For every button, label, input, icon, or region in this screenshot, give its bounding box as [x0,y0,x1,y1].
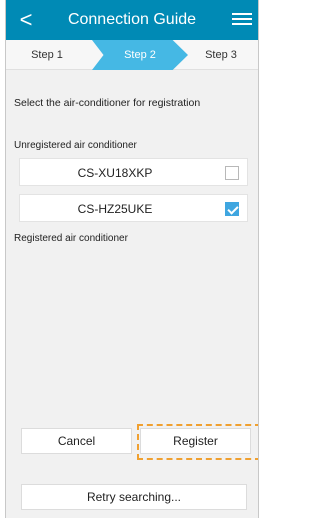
registered-label: Registered air conditioner [14,233,128,244]
header-bar: < Connection Guide [6,0,258,40]
cancel-button[interactable]: Cancel [21,428,132,454]
hamburger-menu-icon[interactable] [232,10,252,30]
step-indicator: Step 1 Step 2 Step 3 [6,40,258,70]
retry-searching-button[interactable]: Retry searching... [21,484,247,510]
ac-model-name: CS-XU18XKP [77,166,153,180]
app-screen: < Connection Guide Step 1 Step 2 Step 3 … [5,0,259,518]
register-button[interactable]: Register [140,428,251,454]
step-1: Step 1 [31,49,63,61]
step-2-active: Step 2 [92,40,188,70]
step-3: Step 3 [205,49,237,61]
page-title: Connection Guide [67,11,197,28]
unregistered-label: Unregistered air conditioner [14,140,137,151]
list-item-cs-hz25uke[interactable]: CS-HZ25UKE [19,194,248,222]
ac-model-name: CS-HZ25UKE [77,202,153,216]
instruction-text: Select the air-conditioner for registrat… [14,97,201,109]
checkbox-cs-hz25uke[interactable] [225,202,239,216]
list-item-cs-xu18xkp[interactable]: CS-XU18XKP [19,158,248,186]
checkbox-cs-xu18xkp[interactable] [225,166,239,180]
